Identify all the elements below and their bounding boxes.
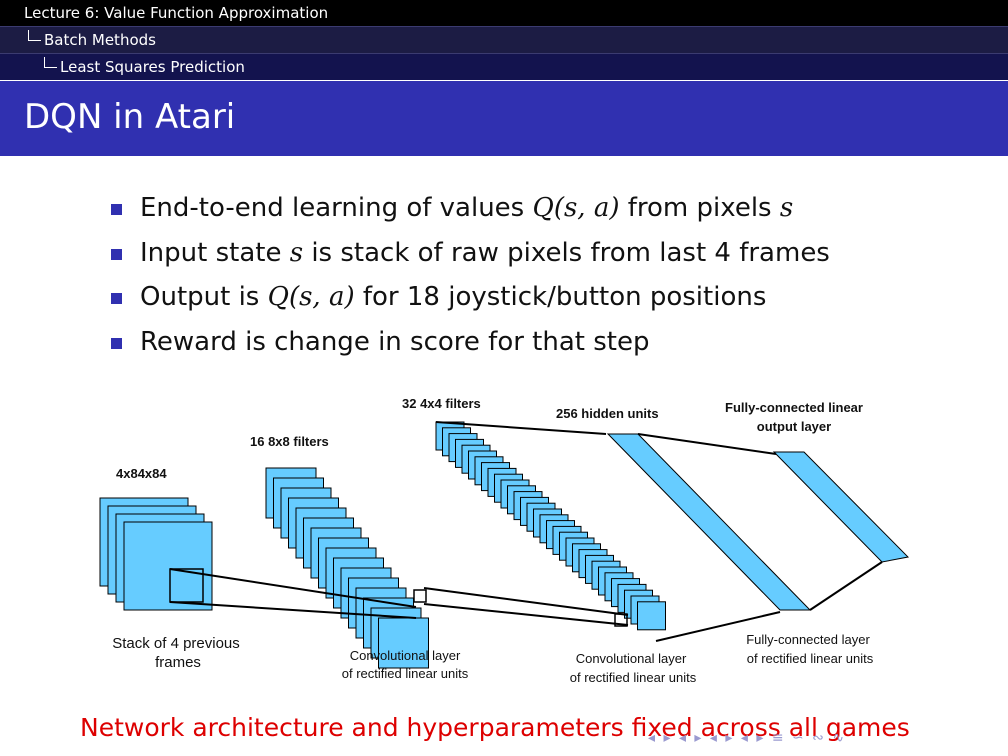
dqn-architecture-diagram: 4x84x84 16 8x8 filters 32 4x4 filters 25… [99,396,910,685]
input-frame [123,521,213,611]
label-conv2-line2: of rectified linear units [570,670,697,685]
bullet-square-icon [111,337,122,349]
bullet-text: Input state [140,237,290,268]
label-conv1-line2: of rectified linear units [342,666,469,681]
label-stack-line2: frames [155,654,201,671]
label-fc-line2: of rectified linear units [747,651,874,666]
bullet-item: Input state s is stack of raw pixels fro… [108,233,830,278]
label-stack-line1: Stack of 4 previous [112,635,240,652]
header-subsection-label: Batch Methods [44,31,156,49]
output-layer-slab [772,451,910,563]
label-output-line2: output layer [757,419,831,434]
bullet-text: End-to-end learning of values [140,193,533,223]
beamer-navigation[interactable]: ◂ ▸ ◂ ▸ ◂ ▸ ◂ ▸ ≡ ∽ ∾ ∿ [648,730,846,746]
bullet-text: from pixels [619,193,780,223]
label-conv2-filters: 32 4x4 filters [402,396,481,411]
bullet-text: is stack of raw pixels from last 4 frame… [303,237,830,268]
bullet-math: s [779,193,794,223]
bullet-math: Q(s, a) [267,282,355,312]
bullet-square-icon [111,204,122,215]
tree-branch-icon [28,30,41,41]
label-conv1-filters: 16 8x8 filters [250,434,329,449]
bullet-text: Reward is change in score for that step [140,326,650,357]
bullet-list: End-to-end learning of values Q(s, a) fr… [108,188,830,366]
label-input-dims: 4x84x84 [116,466,167,481]
tree-branch-icon [44,57,57,68]
bullet-text: Output is [140,282,268,312]
bullet-item: End-to-end learning of values Q(s, a) fr… [108,188,830,233]
header-section[interactable]: Lecture 6: Value Function Approximation [0,0,1008,26]
slide-title: DQN in Atari [24,97,236,137]
bullet-text: for 18 joystick/button positions [354,282,767,312]
label-output-line1: Fully-connected linear [725,400,863,415]
bullet-math: s [289,237,304,268]
title-bar: DQN in Atari [0,81,1008,156]
input-frame-stack [99,497,213,611]
label-hidden-units: 256 hidden units [556,406,659,421]
label-fc-line1: Fully-connected layer [746,632,870,647]
bullet-square-icon [111,293,122,304]
label-conv1-line1: Convolutional layer [350,648,461,663]
bullet-math: Q(s, a) [532,193,620,223]
header-subsection[interactable]: Batch Methods [0,27,1008,53]
label-conv2-line1: Convolutional layer [576,651,687,666]
conv2-map [637,601,666,631]
connection-lines [169,421,883,642]
bullet-item: Output is Q(s, a) for 18 joystick/button… [108,277,830,322]
header-subsubsection-label: Least Squares Prediction [60,58,245,76]
bullet-item: Reward is change in score for that step [108,322,830,367]
header-subsubsection[interactable]: Least Squares Prediction [0,54,1008,80]
conv1-feature-maps [265,467,429,669]
bullet-square-icon [111,248,122,260]
